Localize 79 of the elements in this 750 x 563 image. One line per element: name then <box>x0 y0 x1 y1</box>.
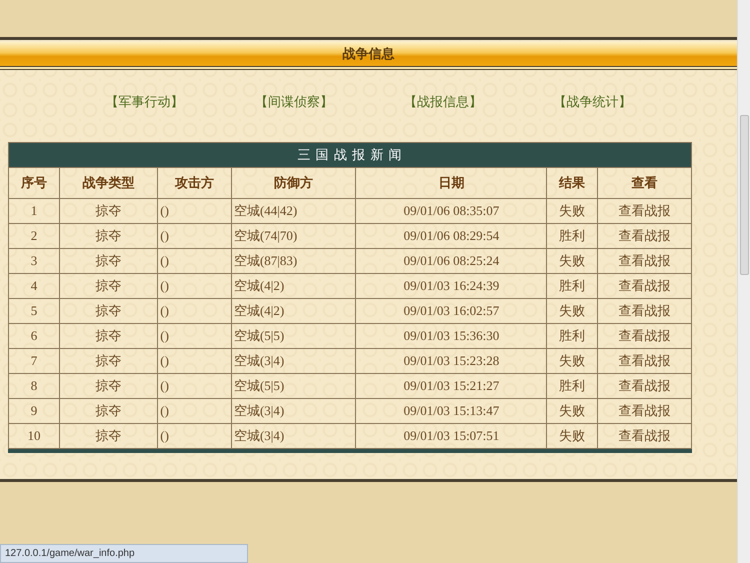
scrollbar-thumb[interactable] <box>740 115 749 275</box>
table-cell: 掠夺 <box>60 224 158 248</box>
table-cell[interactable]: 查看战报 <box>597 274 692 298</box>
column-header: 序号 <box>8 168 60 198</box>
table-cell: 6 <box>8 324 60 348</box>
table-cell: () <box>158 348 232 374</box>
column-header: 攻击方 <box>158 168 232 198</box>
column-header: 战争类型 <box>60 168 158 198</box>
table-cell: 掠夺 <box>60 398 158 424</box>
column-header: 防御方 <box>231 168 356 198</box>
table-cell: () <box>158 374 232 398</box>
table-cell: 09/01/03 16:24:39 <box>356 274 547 298</box>
table-cell: () <box>158 274 232 298</box>
column-header: 结果 <box>546 168 598 198</box>
table-cell: 掠夺 <box>60 298 158 324</box>
table-cell: 3 <box>8 248 60 274</box>
vertical-scrollbar[interactable] <box>737 0 750 563</box>
table-cell: 空城(44|42) <box>231 198 356 224</box>
table-cell: 09/01/03 15:21:27 <box>356 374 547 398</box>
table-cell: 空城(4|2) <box>231 274 356 298</box>
table-cell: 失败 <box>546 248 598 274</box>
nav-link[interactable]: 【军事行动】 <box>106 94 184 109</box>
table-cell: () <box>158 298 232 324</box>
table-cell: 空城(87|83) <box>231 248 356 274</box>
nav-link[interactable]: 【战报信息】 <box>404 94 482 109</box>
table-cell: 空城(4|2) <box>231 298 356 324</box>
table-cell: 掠夺 <box>60 348 158 374</box>
table-cell: 1 <box>8 198 60 224</box>
table-cell: () <box>158 248 232 274</box>
table-cell: () <box>158 198 232 224</box>
table-cell: 09/01/06 08:29:54 <box>356 224 547 248</box>
column-header: 查看 <box>597 168 692 198</box>
nav-link[interactable]: 【间谍侦察】 <box>254 94 333 109</box>
table-cell: 胜利 <box>546 324 598 348</box>
table-cell: 失败 <box>546 398 598 424</box>
nav-link[interactable]: 【战争统计】 <box>553 94 632 109</box>
table-cell: 空城(5|5) <box>231 324 356 348</box>
table-cell: 失败 <box>546 298 598 324</box>
table-cell: 4 <box>8 274 60 298</box>
table-cell: 胜利 <box>546 374 598 398</box>
table-cell: 09/01/03 15:36:30 <box>356 324 547 348</box>
table-cell: 5 <box>8 298 60 324</box>
table-cell: 09/01/06 08:25:24 <box>356 248 547 274</box>
banner-title: 战争信息 <box>342 45 394 64</box>
table-cell: 09/01/06 08:35:07 <box>356 198 547 224</box>
table-cell[interactable]: 查看战报 <box>597 348 692 374</box>
table-cell: 9 <box>8 398 60 424</box>
table-cell: 空城(3|4) <box>231 398 356 424</box>
table-cell: 失败 <box>546 198 598 224</box>
table-cell[interactable]: 查看战报 <box>597 224 692 248</box>
table-cell: 掠夺 <box>60 198 158 224</box>
table-cell: 空城(3|4) <box>231 348 356 374</box>
table-cell: 掠夺 <box>60 274 158 298</box>
table-cell: 空城(5|5) <box>231 374 356 398</box>
table-cell: 胜利 <box>546 274 598 298</box>
table-cell: 09/01/03 15:13:47 <box>356 398 547 424</box>
table-cell: 09/01/03 15:23:28 <box>356 348 547 374</box>
table-cell[interactable]: 查看战报 <box>597 398 692 424</box>
table-cell: () <box>158 324 232 348</box>
table-cell: 胜利 <box>546 224 598 248</box>
table-cell[interactable]: 查看战报 <box>597 248 692 274</box>
table-cell: () <box>158 224 232 248</box>
table-cell: 2 <box>8 224 60 248</box>
table-cell: 失败 <box>546 348 598 374</box>
table-cell[interactable]: 查看战报 <box>597 324 692 348</box>
table-cell: 掠夺 <box>60 248 158 274</box>
table-cell: 掠夺 <box>60 374 158 398</box>
column-header: 日期 <box>356 168 547 198</box>
status-bar: 127.0.0.1/game/war_info.php <box>0 544 248 563</box>
table-cell: 7 <box>8 348 60 374</box>
table-cell[interactable]: 查看战报 <box>597 374 692 398</box>
table-cell: 掠夺 <box>60 324 158 348</box>
table-cell[interactable]: 查看战报 <box>597 198 692 224</box>
table-cell: 8 <box>8 374 60 398</box>
table-cell: 09/01/03 16:02:57 <box>356 298 547 324</box>
table-cell: 空城(74|70) <box>231 224 356 248</box>
table-title: 三 国 战 报 新 闻 <box>8 142 692 168</box>
table-cell: () <box>158 398 232 424</box>
table-cell[interactable]: 查看战报 <box>597 298 692 324</box>
